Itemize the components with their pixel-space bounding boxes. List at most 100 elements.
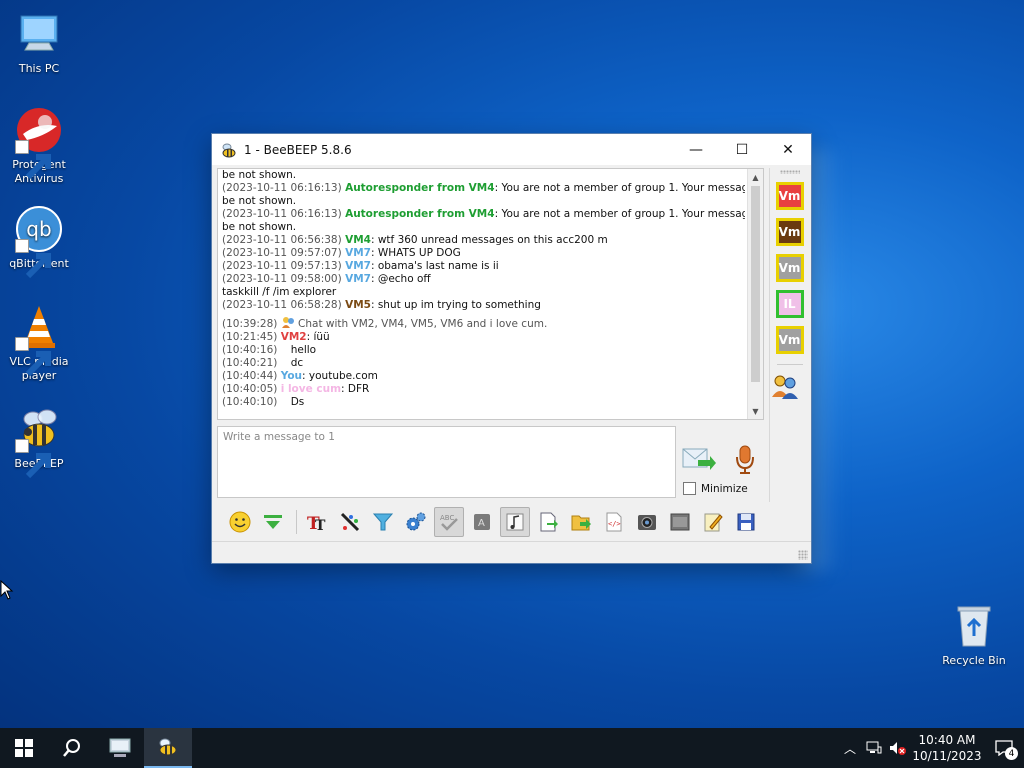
send-file-icon xyxy=(571,515,591,531)
message-sender[interactable]: You xyxy=(281,370,302,382)
message-timestamp: (10:21:45) xyxy=(222,331,278,343)
maximize-button[interactable]: ☐ xyxy=(719,134,765,165)
message-body: : obama's last name is ii xyxy=(370,260,499,272)
taskbar-app-beebeep[interactable] xyxy=(144,728,192,768)
filter-button[interactable] xyxy=(368,507,398,537)
message-sender[interactable]: Autoresponder from VM4 xyxy=(345,182,495,194)
message-timestamp: (10:39:28) xyxy=(222,318,278,330)
message-body: : DFR xyxy=(341,383,370,395)
notification-count-badge: 4 xyxy=(1005,747,1018,760)
clock-date: 10/11/2023 xyxy=(912,749,982,763)
color-picker-button[interactable] xyxy=(335,507,365,537)
message-sender[interactable]: VM4 xyxy=(345,234,371,246)
app-bee-icon xyxy=(222,143,236,157)
save-button[interactable] xyxy=(731,507,761,537)
message-input[interactable]: Write a message to 1 xyxy=(217,426,676,498)
user-list-panel: Vm Vm Vm IL Vm xyxy=(769,168,809,502)
shortcut-arrow-icon xyxy=(15,239,51,279)
code-button[interactable]: </> xyxy=(599,507,629,537)
user-avatar[interactable]: Vm xyxy=(775,326,804,354)
document-button[interactable] xyxy=(533,507,563,537)
title-bar[interactable]: 1 - BeeBEEP 5.8.6 — ☐ ✕ xyxy=(212,134,811,165)
music-note-button[interactable] xyxy=(500,507,530,537)
message-sender[interactable]: i love cum xyxy=(281,383,341,395)
message-body: : shut up im trying to something xyxy=(370,299,541,311)
screenshot-icon xyxy=(670,513,690,531)
volume-button[interactable] xyxy=(886,728,910,768)
camera-icon xyxy=(638,515,656,530)
taskbar-app-file-explorer[interactable] xyxy=(96,728,144,768)
start-button[interactable] xyxy=(0,728,48,768)
message-sender[interactable]: VM7 xyxy=(345,260,371,272)
send-message-icon[interactable] xyxy=(682,446,716,472)
search-icon xyxy=(63,739,80,757)
scroll-thumb[interactable] xyxy=(751,186,760,382)
show-hidden-icons-button[interactable]: ︿ xyxy=(838,728,862,768)
message-sender[interactable]: VM7 xyxy=(345,247,371,259)
scroll-down-icon[interactable]: ▼ xyxy=(748,403,763,419)
desktop-icon-beebeep[interactable]: BeeBEEP xyxy=(0,405,78,479)
minimize-label: Minimize xyxy=(701,482,748,495)
settings-button[interactable] xyxy=(401,507,431,537)
minimize-checkbox[interactable]: Minimize xyxy=(683,482,748,495)
font-button[interactable]: TT xyxy=(302,507,332,537)
network-button[interactable] xyxy=(862,728,886,768)
message-body: dc xyxy=(280,357,304,369)
message-sender[interactable]: Autoresponder from VM4 xyxy=(345,208,495,220)
chat-message: (2023-10-11 06:16:13) Autoresponder from… xyxy=(222,182,745,195)
music-note-icon xyxy=(506,513,524,531)
panel-grip[interactable] xyxy=(779,170,800,174)
settings-icon xyxy=(406,512,426,531)
desktop-icon-protegent[interactable]: Protegent Antivirus xyxy=(0,106,78,186)
resize-grip[interactable] xyxy=(798,550,808,560)
minimize-button[interactable]: — xyxy=(673,134,719,165)
emoticons-icon xyxy=(229,511,251,533)
network-icon xyxy=(866,741,882,754)
chat-history[interactable]: be not shown. (2023-10-11 06:16:13) Autor… xyxy=(217,168,764,420)
user-avatar[interactable]: Vm xyxy=(775,182,804,210)
search-button[interactable] xyxy=(48,728,96,768)
message-sender[interactable]: VM5 xyxy=(345,299,371,311)
message-body: : You are not a member of group 1. Your … xyxy=(494,182,745,194)
chat-message: (2023-10-11 09:58:00) VM7: @echo off xyxy=(222,273,745,286)
save-icon xyxy=(737,513,755,531)
edit-note-icon xyxy=(704,513,723,532)
emoticons-button[interactable] xyxy=(225,507,255,537)
group-icon xyxy=(281,317,294,328)
scroll-up-icon[interactable]: ▲ xyxy=(748,169,763,185)
chat-scrollbar[interactable]: ▲ ▼ xyxy=(747,169,763,419)
chat-message: (10:21:45) VM2: íüü xyxy=(222,331,745,344)
user-avatar[interactable]: Vm xyxy=(775,218,804,246)
desktop-icon-vlc[interactable]: VLC media player xyxy=(0,303,78,383)
message-timestamp: (2023-10-11 06:56:38) xyxy=(222,234,342,246)
filter-icon xyxy=(372,513,394,531)
window-title: 1 - BeeBEEP 5.8.6 xyxy=(244,142,352,157)
action-center-button[interactable]: 4 xyxy=(984,728,1024,768)
send-file-button[interactable] xyxy=(566,507,596,537)
chat-message: (10:40:05) i love cum: DFR xyxy=(222,383,745,396)
user-avatar[interactable]: IL xyxy=(775,290,804,318)
edit-note-button[interactable] xyxy=(698,507,728,537)
text-tool-button[interactable]: A xyxy=(467,507,497,537)
message-sender[interactable]: VM7 xyxy=(345,273,371,285)
shortcut-arrow-icon xyxy=(15,337,51,377)
close-button[interactable]: ✕ xyxy=(765,134,811,165)
message-timestamp: (2023-10-11 09:57:13) xyxy=(222,260,342,272)
clock[interactable]: 10:40 AM 10/11/2023 xyxy=(910,732,984,764)
spellcheck-button[interactable]: ABC xyxy=(434,507,464,537)
screenshot-button[interactable] xyxy=(665,507,695,537)
svg-text:qb: qb xyxy=(26,217,51,241)
shortcut-arrow-icon xyxy=(15,439,51,479)
microphone-icon[interactable] xyxy=(734,444,756,476)
message-body: : íüü xyxy=(306,331,330,343)
desktop-icon-recycle-bin[interactable]: Recycle Bin xyxy=(935,602,1013,668)
user-avatar[interactable]: Vm xyxy=(775,254,804,282)
camera-button[interactable] xyxy=(632,507,662,537)
checkbox-box[interactable] xyxy=(683,482,696,495)
desktop-icon-this-pc[interactable]: This PC xyxy=(0,10,78,76)
desktop-icon-qbittorrent[interactable]: qb qBittorrent xyxy=(0,205,78,279)
svg-text:ABC: ABC xyxy=(440,514,454,522)
group-users-icon[interactable] xyxy=(770,371,800,401)
collapse-button[interactable] xyxy=(258,507,288,537)
message-sender[interactable]: VM2 xyxy=(281,331,307,343)
